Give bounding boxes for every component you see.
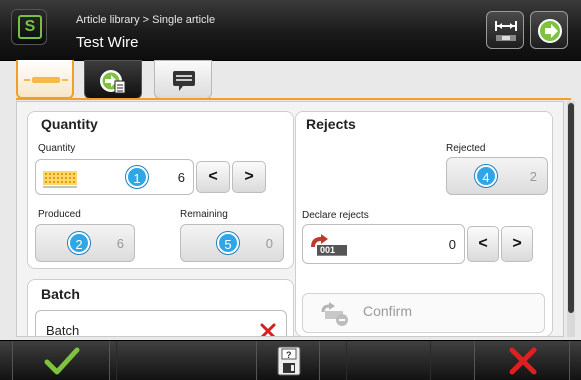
quantity-badge: 1 bbox=[126, 166, 148, 188]
confirm-rejects-icon bbox=[321, 302, 348, 326]
batch-title: Batch bbox=[41, 286, 80, 302]
declare-rejects-value: 0 bbox=[448, 237, 456, 252]
save-disk-icon: ? bbox=[277, 346, 301, 376]
quantity-card: Quantity Quantity 1 6 < > Produced 2 6 R… bbox=[27, 111, 294, 269]
close-icon bbox=[509, 347, 537, 375]
clear-icon[interactable] bbox=[260, 323, 276, 337]
quantity-decrease-button[interactable]: < bbox=[196, 161, 230, 193]
quantity-increase-button[interactable]: > bbox=[232, 161, 266, 193]
tab-bar bbox=[16, 60, 571, 100]
bottom-bar: ? bbox=[0, 340, 581, 380]
rejected-badge: 4 bbox=[475, 165, 497, 187]
wire-icon bbox=[24, 77, 68, 83]
rejected-field: 4 2 bbox=[446, 157, 548, 195]
arrow-next-icon bbox=[538, 19, 562, 43]
remaining-value: 0 bbox=[265, 236, 273, 251]
rejects-title: Rejects bbox=[306, 116, 356, 132]
remaining-badge: 5 bbox=[217, 232, 239, 254]
divider bbox=[430, 341, 431, 380]
divider bbox=[346, 341, 347, 380]
width-measure-icon bbox=[495, 21, 517, 41]
settings-list-icon bbox=[100, 70, 126, 94]
header-bar: S Article library > Single article Test … bbox=[0, 0, 581, 61]
tab-notes[interactable] bbox=[154, 60, 212, 99]
batch-field[interactable]: Batch bbox=[35, 310, 287, 337]
quantity-label: Quantity bbox=[38, 143, 76, 154]
cancel-button[interactable] bbox=[474, 341, 570, 380]
produced-label: Produced bbox=[38, 209, 81, 220]
svg-text:?: ? bbox=[286, 350, 292, 360]
counter-grid-icon bbox=[43, 171, 77, 188]
tab-strip bbox=[16, 98, 571, 100]
tab-wire[interactable] bbox=[16, 60, 74, 99]
breadcrumb: Article library > Single article bbox=[76, 14, 216, 26]
reject-counter-digits: 001 bbox=[320, 245, 336, 255]
rejected-value: 2 bbox=[529, 169, 537, 184]
content-panel: Quantity Quantity 1 6 < > Produced 2 6 R… bbox=[16, 101, 564, 337]
scrollbar-thumb[interactable] bbox=[568, 103, 574, 313]
produced-badge: 2 bbox=[68, 232, 90, 254]
declare-rejects-label: Declare rejects bbox=[302, 210, 369, 221]
remaining-label: Remaining bbox=[180, 209, 228, 220]
declare-rejects-field[interactable]: 001 0 bbox=[302, 224, 465, 264]
quantity-value: 6 bbox=[177, 170, 185, 185]
save-button[interactable]: ? bbox=[256, 341, 320, 380]
reject-increase-button[interactable]: > bbox=[501, 226, 533, 262]
produced-value: 6 bbox=[116, 236, 124, 251]
scrollbar[interactable] bbox=[567, 101, 575, 337]
divider bbox=[116, 341, 117, 380]
width-button[interactable] bbox=[486, 11, 524, 49]
note-icon bbox=[173, 71, 195, 91]
reject-decrease-button[interactable]: < bbox=[467, 226, 499, 262]
next-button[interactable] bbox=[530, 11, 568, 49]
quantity-field[interactable]: 1 6 bbox=[35, 159, 194, 195]
batch-field-label: Batch bbox=[46, 323, 80, 337]
rejected-label: Rejected bbox=[446, 143, 486, 154]
checkmark-icon bbox=[44, 347, 80, 375]
app-logo-icon[interactable]: S bbox=[11, 9, 47, 45]
page-title: Test Wire bbox=[76, 34, 139, 51]
batch-card: Batch Batch bbox=[27, 279, 294, 337]
confirm-label: Confirm bbox=[363, 303, 413, 319]
rejects-card: Rejects Rejected 4 2 Declare rejects 001… bbox=[295, 111, 553, 336]
confirm-button[interactable]: Confirm bbox=[302, 293, 545, 333]
tab-settings[interactable] bbox=[84, 60, 142, 99]
remaining-field: 5 0 bbox=[180, 224, 284, 262]
produced-field: 2 6 bbox=[35, 224, 135, 262]
app-window: S Article library > Single article Test … bbox=[0, 0, 581, 380]
quantity-title: Quantity bbox=[41, 116, 98, 132]
confirm-ok-button[interactable] bbox=[12, 341, 110, 380]
